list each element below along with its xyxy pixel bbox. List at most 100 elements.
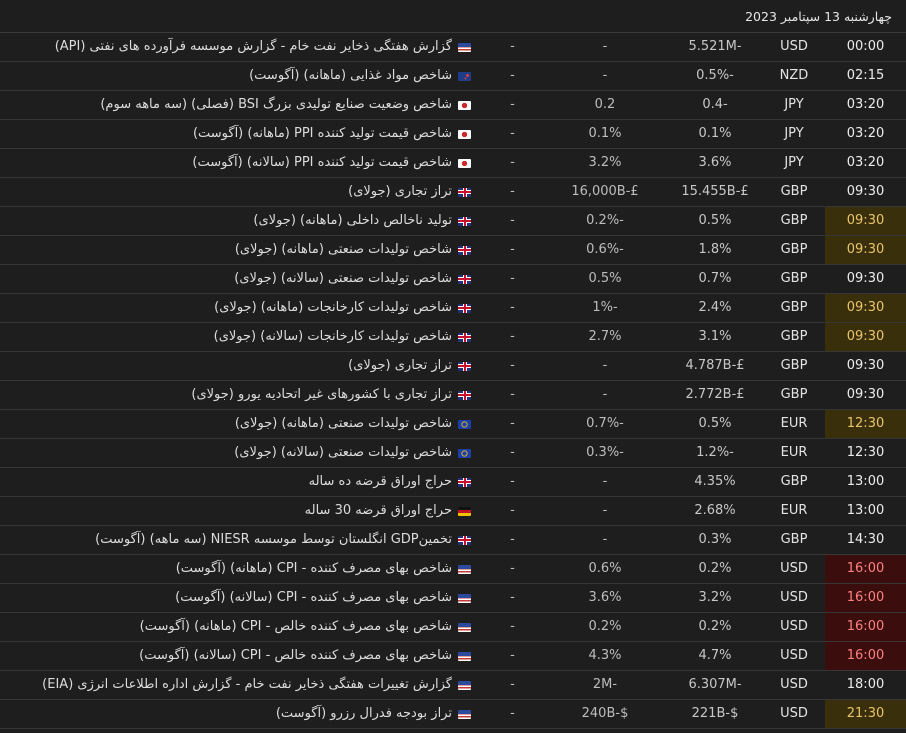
us-flag-icon bbox=[458, 564, 471, 574]
event-title-text: تولید ناخالص داخلی (ماهانه) (جولای) bbox=[253, 213, 452, 228]
event-previous: 1%- bbox=[592, 300, 618, 315]
event-time: 21:30 bbox=[825, 700, 906, 728]
event-time: 03:20 bbox=[846, 97, 885, 112]
event-title-text: شاخص بهای مصرف کننده - CPI (ماهانه) (آگو… bbox=[175, 561, 452, 576]
de-flag-icon bbox=[458, 506, 471, 516]
event-previous: - bbox=[602, 503, 608, 518]
event-time: 09:30 bbox=[846, 387, 885, 402]
event-title-text: شاخص وضعیت صنایع تولیدی بزرگ BSI (فصلی) … bbox=[100, 97, 452, 112]
table-row[interactable]: 16:00 USD 4.7% 4.3% - شاخص بهای مصرف کننده خا… bbox=[0, 642, 906, 671]
table-row[interactable]: 09:30 GBP 1.8% 0.6%- - شاخص تولیدات صنعتی (ما… bbox=[0, 236, 906, 265]
event-time: 03:20 bbox=[846, 155, 885, 170]
date-label: چهارشنبه 13 سپتامبر 2023 bbox=[745, 8, 892, 24]
event-title[interactable]: گزارش هفتگی ذخایر نفت خام - گزارش موسسه … bbox=[55, 33, 471, 61]
table-row[interactable]: 18:00 USD 6.307M- 2M- - گزارش تغییرات هفتگی ذ… bbox=[0, 671, 906, 700]
event-title-text: شاخص بهای مصرف کننده - CPI (سالانه) (آگو… bbox=[175, 590, 452, 605]
economic-calendar-table: 00:00 USD 5.521M- - - گزارش هفتگی ذخایر نفت خ… bbox=[0, 33, 906, 729]
table-row[interactable]: 09:30 GBP 15.455B-£ 16,000B-£ - تراز تجاری (ج… bbox=[0, 178, 906, 207]
event-title-text: گزارش تغییرات هفتگی ذخایر نفت خام - گزار… bbox=[42, 677, 452, 692]
event-extra: - bbox=[510, 590, 515, 605]
event-title[interactable]: شاخص قیمت تولید کننده PPI (سالانه) (آگوس… bbox=[192, 149, 471, 177]
event-time: 18:00 bbox=[846, 677, 885, 692]
table-row[interactable]: 16:00 USD 0.2% 0.6% - شاخص بهای مصرف کننده - … bbox=[0, 555, 906, 584]
event-time: 09:30 bbox=[825, 207, 906, 235]
event-previous: 2.7% bbox=[588, 329, 622, 344]
table-row[interactable]: 12:30 EUR 0.5% 0.7%- - شاخص تولیدات صنعتی (ما… bbox=[0, 410, 906, 439]
event-previous: - bbox=[602, 474, 608, 489]
event-title-text: شاخص قیمت تولید کننده PPI (ماهانه) (آگوس… bbox=[192, 126, 452, 141]
event-title-text: شاخص بهای مصرف کننده خالص - CPI (ماهانه)… bbox=[139, 619, 452, 634]
table-row[interactable]: 16:00 USD 3.2% 3.6% - شاخص بهای مصرف کننده - … bbox=[0, 584, 906, 613]
event-title[interactable]: تراز تجاری با کشورهای غیر اتحادیه یورو (… bbox=[191, 381, 471, 409]
table-row[interactable]: 16:00 USD 0.2% 0.2% - شاخص بهای مصرف کننده خا… bbox=[0, 613, 906, 642]
table-row[interactable]: 00:00 USD 5.521M- - - گزارش هفتگی ذخایر نفت خ… bbox=[0, 33, 906, 62]
event-time: 12:30 bbox=[825, 410, 906, 438]
event-extra: - bbox=[510, 532, 515, 547]
event-title[interactable]: تراز تجاری (جولای) bbox=[348, 352, 471, 380]
gb-flag-icon bbox=[458, 535, 471, 545]
event-title[interactable]: شاخص تولیدات صنعتی (سالانه) (جولای) bbox=[234, 265, 471, 293]
gb-flag-icon bbox=[458, 477, 471, 487]
event-title[interactable]: تولید ناخالص داخلی (ماهانه) (جولای) bbox=[253, 207, 471, 235]
gb-flag-icon bbox=[458, 245, 471, 255]
event-time: 09:30 bbox=[825, 236, 906, 264]
event-previous: 0.2%- bbox=[586, 213, 624, 228]
event-time: 09:30 bbox=[846, 184, 885, 199]
event-title[interactable]: شاخص بهای مصرف کننده - CPI (سالانه) (آگو… bbox=[175, 584, 471, 612]
event-title[interactable]: تخمینGDP انگلستان توسط موسسه NIESR (سه م… bbox=[95, 526, 471, 554]
event-title-text: حراج اوراق قرضه ده ساله bbox=[308, 474, 452, 489]
table-row[interactable]: 21:30 USD 221B-$ 240B-$ - تراز بودجه فدرال رز… bbox=[0, 700, 906, 729]
table-row[interactable]: 09:30 GBP 4.787B-£ - - تراز تجاری (جولای) bbox=[0, 352, 906, 381]
table-row[interactable]: 03:20 JPY 0.4- 0.2- شاخص وضعیت صنایع تولیدی … bbox=[0, 91, 906, 120]
event-title[interactable]: تراز بودجه فدرال رزرو (آگوست) bbox=[276, 700, 471, 728]
event-previous: 0.7%- bbox=[586, 416, 624, 431]
event-extra: - bbox=[510, 648, 515, 663]
table-row[interactable]: 13:00 EUR 2.68% - - حراج اوراق قرضه 30 ساله bbox=[0, 497, 906, 526]
event-title[interactable]: حراج اوراق قرضه 30 ساله bbox=[305, 497, 471, 525]
table-row[interactable]: 02:15 NZD 0.5%- - - شاخص مواد غذایی (ماهانه) … bbox=[0, 62, 906, 91]
event-extra: - bbox=[510, 97, 515, 112]
table-row[interactable]: 09:30 GBP 3.1% 2.7% - شاخص تولیدات کارخانجات … bbox=[0, 323, 906, 352]
event-title[interactable]: گزارش تغییرات هفتگی ذخایر نفت خام - گزار… bbox=[42, 671, 471, 699]
event-title[interactable]: شاخص تولیدات صنعتی (ماهانه) (جولای) bbox=[235, 410, 471, 438]
event-previous: 0.6%- bbox=[586, 242, 624, 257]
event-title-text: حراج اوراق قرضه 30 ساله bbox=[304, 503, 452, 518]
event-previous: 240B-$ bbox=[581, 706, 629, 721]
event-title[interactable]: تراز تجاری (جولای) bbox=[348, 178, 471, 206]
event-title-text: گزارش هفتگی ذخایر نفت خام - گزارش موسسه … bbox=[54, 39, 452, 54]
event-time: 03:20 bbox=[846, 126, 885, 141]
event-time: 09:30 bbox=[846, 358, 885, 373]
event-extra: - bbox=[510, 126, 515, 141]
event-title[interactable]: حراج اوراق قرضه ده ساله bbox=[309, 468, 471, 496]
table-row[interactable]: 03:20 JPY 0.1% 0.1% - شاخص قیمت تولید کننده P… bbox=[0, 120, 906, 149]
event-title[interactable]: شاخص تولیدات صنعتی (ماهانه) (جولای) bbox=[235, 236, 471, 264]
event-title[interactable]: شاخص بهای مصرف کننده خالص - CPI (سالانه)… bbox=[139, 642, 471, 670]
event-extra: - bbox=[510, 39, 515, 54]
event-title[interactable]: شاخص تولیدات کارخانجات (ماهانه) (جولای) bbox=[214, 294, 471, 322]
table-row[interactable]: 13:00 GBP 4.35% - - حراج اوراق قرضه ده ساله bbox=[0, 468, 906, 497]
event-title[interactable]: شاخص تولیدات صنعتی (سالانه) (جولای) bbox=[234, 439, 471, 467]
table-row[interactable]: 09:30 GBP 2.772B-£ - - تراز تجاری با کشورهای … bbox=[0, 381, 906, 410]
event-title-text: تراز تجاری (جولای) bbox=[348, 358, 452, 373]
event-time: 09:30 bbox=[825, 294, 906, 322]
table-row[interactable]: 12:30 EUR 1.2%- 0.3%- - شاخص تولیدات صنعتی (س… bbox=[0, 439, 906, 468]
event-extra: - bbox=[510, 155, 515, 170]
event-title[interactable]: شاخص قیمت تولید کننده PPI (ماهانه) (آگوس… bbox=[193, 120, 471, 148]
table-row[interactable]: 09:30 GBP 0.7% 0.5% - شاخص تولیدات صنعتی (سال… bbox=[0, 265, 906, 294]
event-title[interactable]: شاخص مواد غذایی (ماهانه) (آگوست) bbox=[249, 62, 471, 90]
event-title-text: تخمینGDP انگلستان توسط موسسه NIESR (سه م… bbox=[95, 532, 452, 547]
table-row[interactable]: 14:30 GBP 0.3% - - تخمینGDP انگلستان توسط موس… bbox=[0, 526, 906, 555]
table-row[interactable]: 03:20 JPY 3.6% 3.2% - شاخص قیمت تولید کننده P… bbox=[0, 149, 906, 178]
event-time: 09:30 bbox=[846, 271, 885, 286]
event-title[interactable]: شاخص بهای مصرف کننده - CPI (ماهانه) (آگو… bbox=[176, 555, 471, 583]
event-title[interactable]: شاخص تولیدات کارخانجات (سالانه) (جولای) bbox=[214, 323, 471, 351]
event-title-text: شاخص تولیدات صنعتی (ماهانه) (جولای) bbox=[234, 416, 452, 431]
event-title[interactable]: شاخص بهای مصرف کننده خالص - CPI (ماهانه)… bbox=[140, 613, 471, 641]
event-extra: - bbox=[510, 561, 515, 576]
table-row[interactable]: 09:30 GBP 0.5% 0.2%- - تولید ناخالص داخلی (ما… bbox=[0, 207, 906, 236]
table-row[interactable]: 09:30 GBP 2.4% 1%- - شاخص تولیدات کارخانجات (… bbox=[0, 294, 906, 323]
event-title[interactable]: شاخص وضعیت صنایع تولیدی بزرگ BSI (فصلی) … bbox=[100, 91, 471, 119]
event-title-text: شاخص تولیدات صنعتی (سالانه) (جولای) bbox=[234, 271, 452, 286]
event-title-text: تراز بودجه فدرال رزرو (آگوست) bbox=[275, 706, 452, 721]
us-flag-icon bbox=[458, 709, 471, 719]
